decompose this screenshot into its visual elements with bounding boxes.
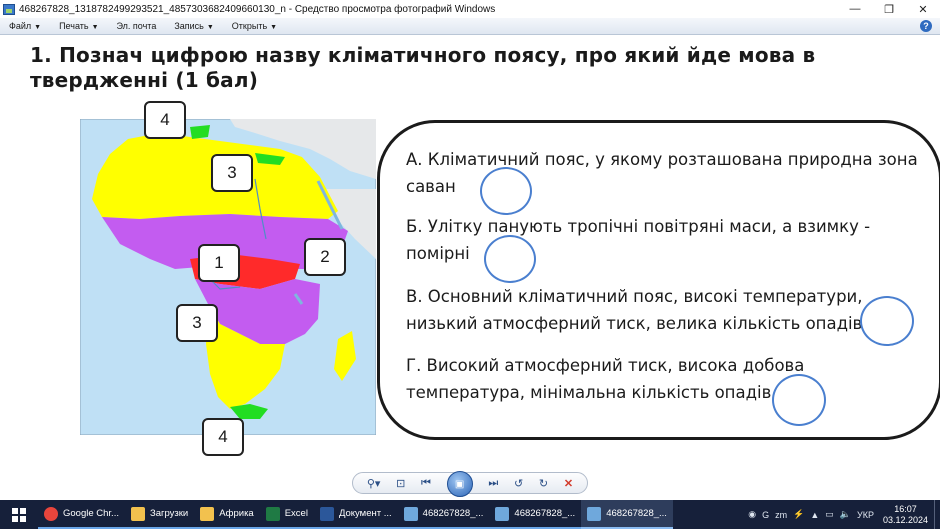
answer-circle-g	[772, 374, 826, 426]
system-tray: ◉ G zm ⚡ ▲ ▭ 🔈 УКР 16:07 03.12.2024	[745, 500, 940, 529]
menu-email[interactable]: Эл. почта	[108, 21, 166, 31]
answer-circle-v	[860, 296, 914, 346]
zoom-button[interactable]: ⚲▾	[367, 477, 381, 490]
chevron-down-icon: ▼	[270, 24, 278, 31]
clock-date: 03.12.2024	[882, 514, 928, 525]
volume-icon[interactable]: 🔈	[840, 509, 851, 520]
photo-viewer-icon	[495, 506, 510, 521]
help-icon[interactable]: ?	[920, 20, 932, 32]
taskbar-item-label: 468267828_...	[514, 508, 576, 519]
menu-burn-label: Запись	[174, 21, 204, 31]
previous-button[interactable]: ⏮	[421, 477, 431, 490]
g-app-icon[interactable]: G	[762, 510, 769, 520]
photo-viewer-icon	[587, 506, 602, 521]
clock-time: 16:07	[894, 503, 917, 514]
menu-file-label: Файл	[9, 21, 32, 31]
window-title-bar: 468267828_1318782499293521_4857303682409…	[0, 0, 940, 18]
language-indicator[interactable]: УКР	[857, 510, 874, 520]
taskbar-item-downloads[interactable]: Загрузки	[124, 500, 195, 529]
taskbar-item-excel[interactable]: Excel	[259, 500, 314, 529]
start-button[interactable]	[0, 500, 38, 529]
taskbar: Google Chr... Загрузки Африка Excel Доку…	[0, 500, 940, 529]
minimize-button[interactable]: —	[838, 0, 872, 18]
taskbar-item-label: Документ ...	[338, 508, 392, 519]
map-label-4-south: 4	[202, 418, 244, 456]
rotate-right-button[interactable]: ↻	[539, 477, 548, 490]
photo-content: 1. Познач цифрою назву кліматичного пояс…	[0, 36, 940, 470]
chevron-down-icon: ▼	[206, 24, 214, 31]
restore-button[interactable]: ❐	[872, 0, 906, 18]
slideshow-button[interactable]: ▣	[446, 471, 473, 497]
taskbar-item-africa[interactable]: Африка	[194, 500, 260, 529]
answer-circle-b	[484, 235, 536, 283]
delete-button[interactable]: ✕	[564, 477, 573, 490]
answer-circle-a	[480, 167, 532, 215]
chevron-down-icon: ▼	[91, 24, 99, 31]
close-button[interactable]: ✕	[906, 0, 940, 18]
taskbar-item-label: Excel	[284, 508, 308, 519]
taskbar-item-photo-1[interactable]: 468267828_...	[397, 500, 490, 529]
taskbar-item-label: Африка	[219, 508, 254, 519]
photo-viewer-icon	[403, 506, 418, 521]
chevron-down-icon: ▼	[34, 24, 42, 31]
taskbar-item-label: 468267828_...	[606, 508, 667, 519]
menu-open[interactable]: Открыть ▼	[223, 21, 286, 31]
tray-overflow-icon[interactable]: ▲	[810, 510, 819, 520]
taskbar-item-label: Загрузки	[149, 508, 189, 519]
taskbar-item-label: Google Chr...	[63, 508, 119, 519]
viewer-controls: ⚲▾ ⊡ ⏮ ▣ ⏭ ↺ ↻ ✕	[352, 471, 588, 497]
menu-burn[interactable]: Запись ▼	[165, 21, 222, 31]
menu-bar: Файл ▼ Печать ▼ Эл. почта Запись ▼ Открыть ▼…	[0, 18, 940, 35]
menu-file[interactable]: Файл ▼	[0, 21, 50, 31]
folder-icon	[130, 506, 145, 521]
taskbar-item-photo-2[interactable]: 468267828_...	[489, 500, 582, 529]
statement-v: В. Основний кліматичний пояс, високі тем…	[406, 287, 863, 333]
statement-b: Б. Улітку панують тропічні повітряні мас…	[406, 217, 871, 263]
next-button[interactable]: ⏭	[488, 477, 498, 490]
map-label-3-south: 3	[176, 304, 218, 342]
viber-icon[interactable]: ◉	[748, 509, 756, 520]
photo-viewer-icon	[3, 3, 15, 15]
taskbar-item-label: 468267828_...	[422, 508, 484, 519]
map-label-1: 1	[198, 244, 240, 282]
folder-icon	[200, 506, 215, 521]
menu-print[interactable]: Печать ▼	[50, 21, 107, 31]
window-title: 468267828_1318782499293521_4857303682409…	[19, 3, 496, 15]
zoom-icon[interactable]: zm	[775, 510, 787, 520]
taskbar-item-photo-3[interactable]: 468267828_...	[581, 500, 673, 529]
excel-icon	[265, 506, 280, 521]
map-label-2: 2	[304, 238, 346, 276]
windows-logo-icon	[12, 507, 26, 522]
clock[interactable]: 16:07 03.12.2024	[883, 504, 928, 526]
question-title: 1. Познач цифрою назву кліматичного пояс…	[30, 43, 816, 92]
map-label-3-north: 3	[211, 154, 253, 192]
taskbar-item-word[interactable]: Документ ...	[313, 500, 398, 529]
menu-open-label: Открыть	[231, 21, 268, 31]
fit-to-window-button[interactable]: ⊡	[396, 477, 405, 490]
chrome-icon	[44, 506, 58, 521]
rotate-left-button[interactable]: ↺	[514, 477, 523, 490]
statements-panel: А. Кліматичний пояс, у якому розташована…	[377, 120, 940, 440]
map-label-4-north: 4	[144, 101, 186, 139]
map-subtropical-north	[190, 125, 210, 139]
show-desktop-button[interactable]	[934, 500, 940, 529]
battery-icon[interactable]: ▭	[825, 509, 834, 520]
power-icon[interactable]: ⚡	[793, 509, 804, 520]
menu-print-label: Печать	[59, 21, 89, 31]
word-icon	[319, 506, 334, 521]
taskbar-item-chrome[interactable]: Google Chr...	[38, 500, 125, 529]
menu-email-label: Эл. почта	[116, 21, 157, 31]
